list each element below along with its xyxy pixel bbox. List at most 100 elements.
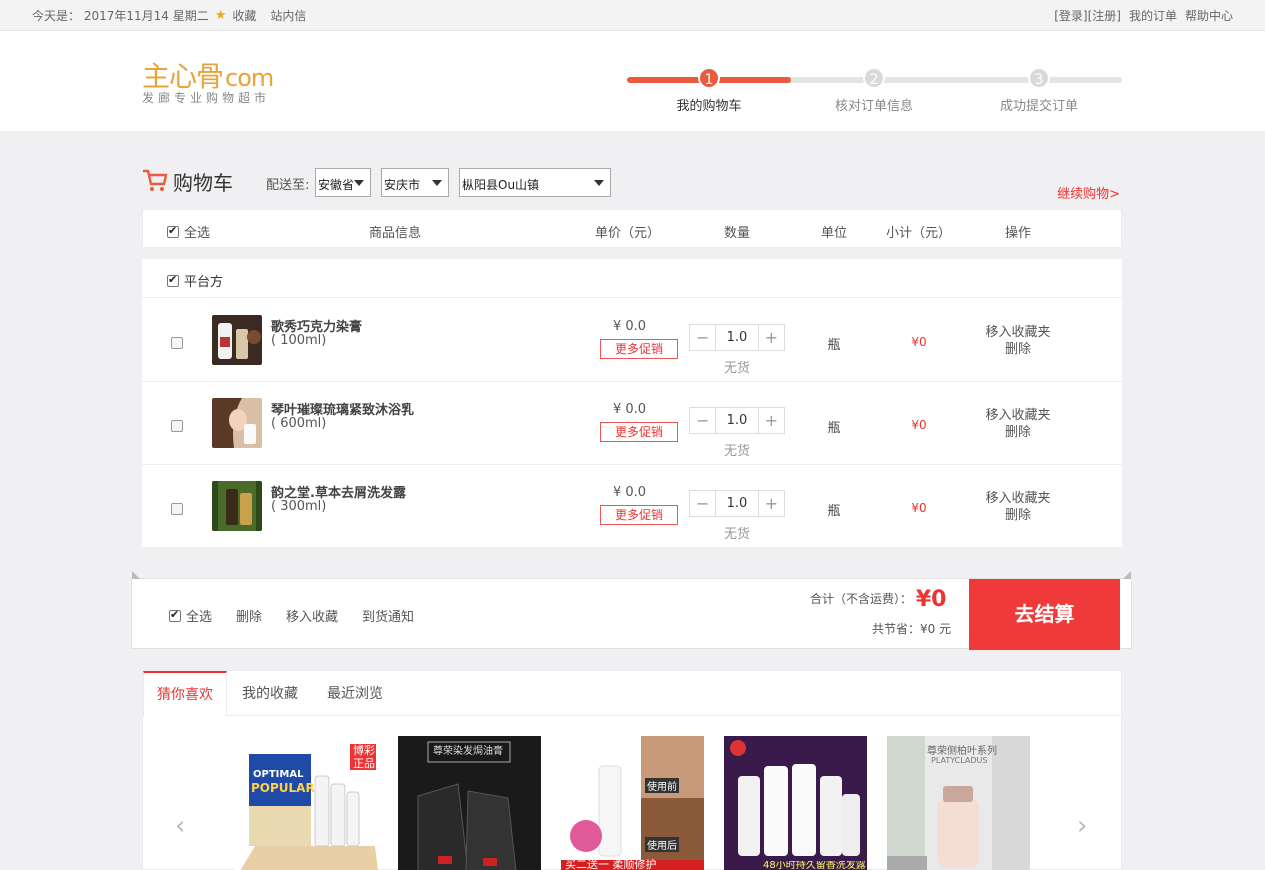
cart-list: 平台方 歌秀巧克力染膏 ( 100ml) ¥ 0.0 更多促销 − 1.0 + … [142,259,1122,547]
checkout-progress: 1 我的购物车 2 核对订单信息 3 成功提交订单 [627,67,1122,117]
quantity-input[interactable]: 1.0 [715,325,759,350]
seller-group-header: 平台方 [142,259,1122,298]
footer-select-all-checkbox[interactable] [169,608,181,622]
decrease-button[interactable]: − [690,491,715,516]
top-bar: 今天是： 2017年11月14 星期二 ★ 收藏 站内信 [登录] [注册] 我… [0,0,1265,31]
district-value: 枞阳县Ou山镇 [462,178,540,192]
quantity-stepper: − 1.0 + [689,324,785,351]
step-label: 成功提交订单 [999,99,1078,114]
cart-item-row: 琴叶璀璨琉璃紧致沐浴乳 ( 600ml) ¥ 0.0 更多促销 − 1.0 + … [142,382,1122,465]
increase-button[interactable]: + [759,408,784,433]
recommended-product[interactable] [724,736,867,870]
more-promotions-button[interactable]: 更多促销 [600,339,678,359]
cart-title: 购物车 [173,171,233,195]
more-promotions-button[interactable]: 更多促销 [600,422,678,442]
recommendations-panel: 猜你喜欢 我的收藏 最近浏览 ‹ › 博彩正品 OPTIMAL POPULAR [142,670,1123,870]
step-label: 我的购物车 [676,99,742,114]
city-select[interactable]: 安庆市 [381,168,449,197]
continue-shopping-link[interactable]: 继续购物> [1057,183,1120,202]
increase-button[interactable]: + [759,491,784,516]
tab-recently-viewed[interactable]: 最近浏览 [314,671,396,716]
product-caption: 48小时持久留香洗发露 [763,861,866,870]
site-logo[interactable]: 主心骨com 发廊专业购物超市 [142,55,292,111]
col-price: 单价（元） [595,226,661,241]
select-all-label: 全选 [184,226,211,241]
total-label: 合计（不含运费）： [810,592,913,606]
login-link[interactable]: [登录] [1054,7,1087,24]
decrease-button[interactable]: − [690,408,715,433]
province-select[interactable]: 安徽省 [315,168,371,197]
unit-price: ¥ 0.0 [612,319,647,334]
arrival-notice-link[interactable]: 到货通知 [362,606,414,625]
unit-price: ¥ 0.0 [612,402,647,417]
product-caption: 买二送一 柔顺修护 [565,859,657,870]
more-promotions-button[interactable]: 更多促销 [600,505,678,525]
recommendation-tabs: 猜你喜欢 我的收藏 最近浏览 [143,671,1123,717]
delete-link[interactable]: 删除 [978,424,1058,441]
site-header: 主心骨com 发廊专业购物超市 1 我的购物车 2 核对订单信息 3 成功提交订… [0,31,1265,131]
my-orders-link[interactable]: 我的订单 [1129,7,1177,24]
decrease-button[interactable]: − [690,325,715,350]
move-to-favorites-link[interactable]: 移入收藏夹 [978,490,1058,507]
col-qty: 数量 [724,226,751,241]
batch-move-favorites-link[interactable]: 移入收藏 [286,606,338,625]
seller-checkbox[interactable] [167,273,179,287]
order-total: 合计（不含运费）： ¥0 [810,587,946,612]
carousel-next-icon[interactable]: › [1077,811,1087,841]
footer-select-all-label: 全选 [186,610,213,625]
logo-subtitle: 发廊专业购物超市 [142,91,271,105]
saved-amount: 共节省：¥0 元 [872,622,952,636]
delete-link[interactable]: 删除 [978,341,1058,358]
cart-header: 购物车 配送至: 安徽省 安庆市 枞阳县Ou山镇 继续购物> [142,164,1122,202]
col-subtotal: 小计（元） [886,226,952,241]
stock-status: 无货 [723,527,750,542]
star-icon[interactable]: ★ [215,8,227,23]
delete-link[interactable]: 删除 [978,507,1058,524]
date-text: 今天是： 2017年11月14 星期二 [32,9,209,23]
checkout-button[interactable]: 去结算 [969,579,1120,650]
cart-summary-bar: 全选 删除 移入收藏 到货通知 合计（不含运费）： ¥0 共节省：¥0 元 去结… [131,571,1132,650]
batch-delete-link[interactable]: 删除 [236,606,262,625]
chevron-down-icon [354,180,364,186]
product-thumbnail[interactable] [212,481,262,531]
after-tag: 使用后 [645,837,679,852]
increase-button[interactable]: + [759,325,784,350]
item-checkbox[interactable] [171,337,183,349]
select-all-header[interactable]: 全选 [167,222,210,241]
favorite-link[interactable]: 收藏 [232,7,256,24]
footer-select-all[interactable]: 全选 [169,606,212,625]
product-headline: 尊荣侧柏叶系列 [927,746,997,757]
product-thumbnail[interactable] [212,398,262,448]
district-select[interactable]: 枞阳县Ou山镇 [459,168,611,197]
help-center-link[interactable]: 帮助中心 [1185,7,1233,24]
carousel-prev-icon[interactable]: ‹ [175,811,185,841]
item-operations: 移入收藏夹 删除 [978,324,1058,358]
step-label: 核对订单信息 [834,99,913,114]
cart-item-row: 韵之堂.草本去屑洗发露 ( 300ml) ¥ 0.0 更多促销 − 1.0 + … [142,465,1122,548]
select-all-checkbox[interactable] [167,224,179,238]
stock-status: 无货 [723,444,750,459]
move-to-favorites-link[interactable]: 移入收藏夹 [978,324,1058,341]
tab-my-favorites[interactable]: 我的收藏 [229,671,311,716]
item-checkbox[interactable] [171,420,183,432]
chevron-down-icon [594,180,604,186]
messages-link[interactable]: 站内信 [270,7,306,24]
quantity-stepper: − 1.0 + [689,490,785,517]
tab-guess-you-like[interactable]: 猜你喜欢 [143,671,227,717]
register-link[interactable]: [注册] [1088,7,1121,24]
province-value: 安徽省 [318,178,355,192]
item-checkbox[interactable] [171,503,183,515]
product-thumbnail[interactable] [212,315,262,365]
stock-status: 无货 [723,361,750,376]
ship-to-label: 配送至: [266,178,310,193]
move-to-favorites-link[interactable]: 移入收藏夹 [978,407,1058,424]
recommended-product[interactable] [561,736,704,870]
col-product: 商品信息 [369,226,422,241]
step-confirm: 2 核对订单信息 [814,67,934,114]
item-operations: 移入收藏夹 删除 [978,407,1058,441]
quantity-input[interactable]: 1.0 [715,491,759,516]
product-spec: ( 600ml) [271,416,327,431]
product-spec: ( 100ml) [271,333,327,348]
quantity-input[interactable]: 1.0 [715,408,759,433]
brand-line-1: OPTIMAL [253,769,304,780]
